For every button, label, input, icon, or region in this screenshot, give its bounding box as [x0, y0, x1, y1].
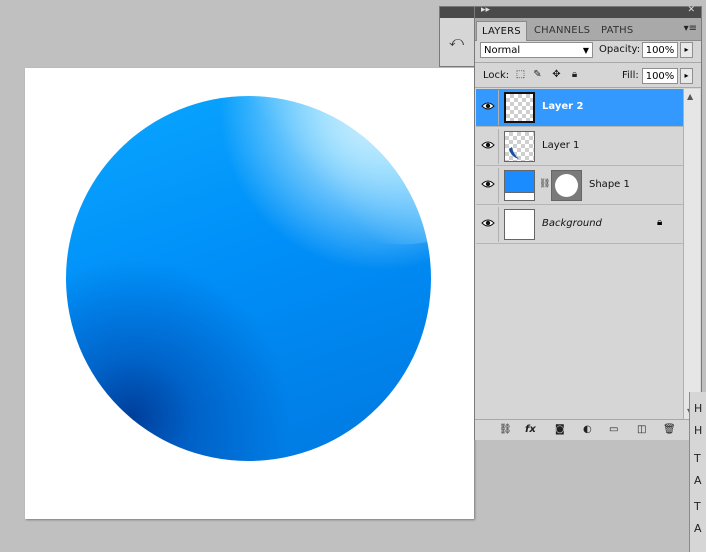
sphere-highlight — [203, 96, 431, 283]
opacity-label: Opacity: — [599, 44, 641, 55]
close-icon[interactable]: ✕ — [687, 5, 695, 15]
lock-all-icon[interactable]: 🔒︎ — [569, 69, 580, 80]
opacity-slider-button[interactable]: ▸ — [680, 42, 693, 58]
text-tool-icon[interactable]: A — [694, 474, 702, 487]
delete-layer-icon[interactable]: 🗑︎ — [663, 424, 676, 435]
fill-label: Fill: — [622, 70, 639, 81]
layer-thumbnail — [504, 209, 535, 240]
history-icon[interactable]: ⤺ — [449, 34, 464, 50]
scroll-up-icon[interactable]: ▲ — [687, 92, 693, 101]
collapsed-panel-topbar[interactable] — [440, 7, 474, 18]
visibility-toggle[interactable] — [478, 207, 499, 242]
layer-name: Layer 2 — [542, 101, 584, 112]
fill-input[interactable]: 100% — [642, 68, 678, 84]
lock-label: Lock: — [483, 70, 510, 81]
eye-icon — [481, 141, 495, 149]
new-group-icon[interactable]: ▭ — [609, 424, 618, 435]
layers-panel: ▸▸ ✕ LAYERS CHANNELS PATHS ▾≡ Normal ▼ O… — [474, 5, 702, 440]
tab-channels[interactable]: CHANNELS — [529, 21, 595, 40]
text-tool-icon[interactable]: A — [694, 522, 702, 535]
panel-menu-icon[interactable]: ▾≡ — [684, 23, 697, 34]
layer-row-shape-1[interactable]: ⛓ Shape 1 — [476, 167, 683, 205]
partial-character-panel: H H T A T A — [689, 392, 706, 552]
blend-mode-value: Normal — [484, 45, 521, 56]
panel-tabs: LAYERS CHANNELS PATHS ▾≡ — [475, 18, 701, 41]
layer-thumbnail — [504, 92, 535, 123]
add-mask-icon[interactable]: ◙ — [555, 424, 565, 435]
vector-mask-thumbnail — [551, 170, 582, 201]
fill-slider-button[interactable]: ▸ — [680, 68, 693, 84]
layer-thumbnail-shadow-shape — [509, 147, 519, 159]
tab-layers[interactable]: LAYERS — [476, 21, 527, 41]
fill-layer-indicator — [505, 192, 534, 200]
link-icon[interactable]: ⛓ — [539, 179, 550, 189]
link-layers-icon[interactable]: ⛓ — [499, 424, 512, 435]
layer-name: Shape 1 — [589, 179, 630, 190]
layer-row-layer-1[interactable]: Layer 1 — [476, 128, 683, 166]
layer-thumbnail — [504, 131, 535, 162]
layer-thumbnail — [504, 170, 535, 201]
eye-icon — [481, 180, 495, 188]
layers-bottom-toolbar: ⛓ fx ◙ ◐ ▭ ◫ 🗑︎ — [475, 419, 701, 440]
panel-divider — [475, 62, 701, 63]
fx-icon[interactable]: fx — [525, 424, 536, 435]
layer-name: Layer 1 — [542, 140, 580, 151]
lock-position-icon[interactable]: ✥ — [551, 69, 562, 80]
new-layer-icon[interactable]: ◫ — [637, 424, 646, 435]
visibility-toggle[interactable] — [478, 129, 499, 164]
panel-char: H — [694, 424, 703, 437]
eye-icon — [481, 219, 495, 227]
layers-scrollbar[interactable]: ▲ ▼ — [683, 89, 700, 419]
layer-name: Background — [542, 218, 602, 229]
collapsed-panel-strip: ⤺ — [439, 6, 475, 67]
eye-icon — [481, 102, 495, 110]
opacity-input[interactable]: 100% — [642, 42, 678, 58]
panel-divider — [475, 87, 701, 88]
layer-row-layer-2[interactable]: Layer 2 — [476, 89, 683, 127]
panel-char: H — [694, 402, 703, 415]
layers-list: Layer 2 Layer 1 ⛓ Shape 1 Background 🔒︎ — [476, 89, 683, 415]
tab-paths[interactable]: PATHS — [596, 21, 638, 40]
adjustment-layer-icon[interactable]: ◐ — [583, 424, 592, 435]
collapse-icon[interactable]: ▸▸ — [481, 5, 490, 15]
text-tool-icon[interactable]: T — [694, 452, 701, 465]
lock-paint-icon[interactable]: ✎ — [532, 69, 543, 80]
blue-sphere-artwork — [66, 96, 431, 461]
panel-topbar[interactable]: ▸▸ ✕ — [475, 5, 701, 18]
text-tool-icon[interactable]: T — [694, 500, 701, 513]
chevron-down-icon: ▼ — [582, 46, 589, 55]
document-canvas[interactable] — [25, 68, 474, 519]
layer-row-background[interactable]: Background 🔒︎ — [476, 206, 683, 244]
blend-mode-select[interactable]: Normal ▼ — [480, 42, 593, 58]
visibility-toggle[interactable] — [478, 168, 499, 203]
lock-transparency-icon[interactable]: ⬚ — [515, 69, 526, 80]
lock-icon: 🔒︎ — [657, 217, 663, 228]
visibility-toggle[interactable] — [478, 90, 499, 125]
